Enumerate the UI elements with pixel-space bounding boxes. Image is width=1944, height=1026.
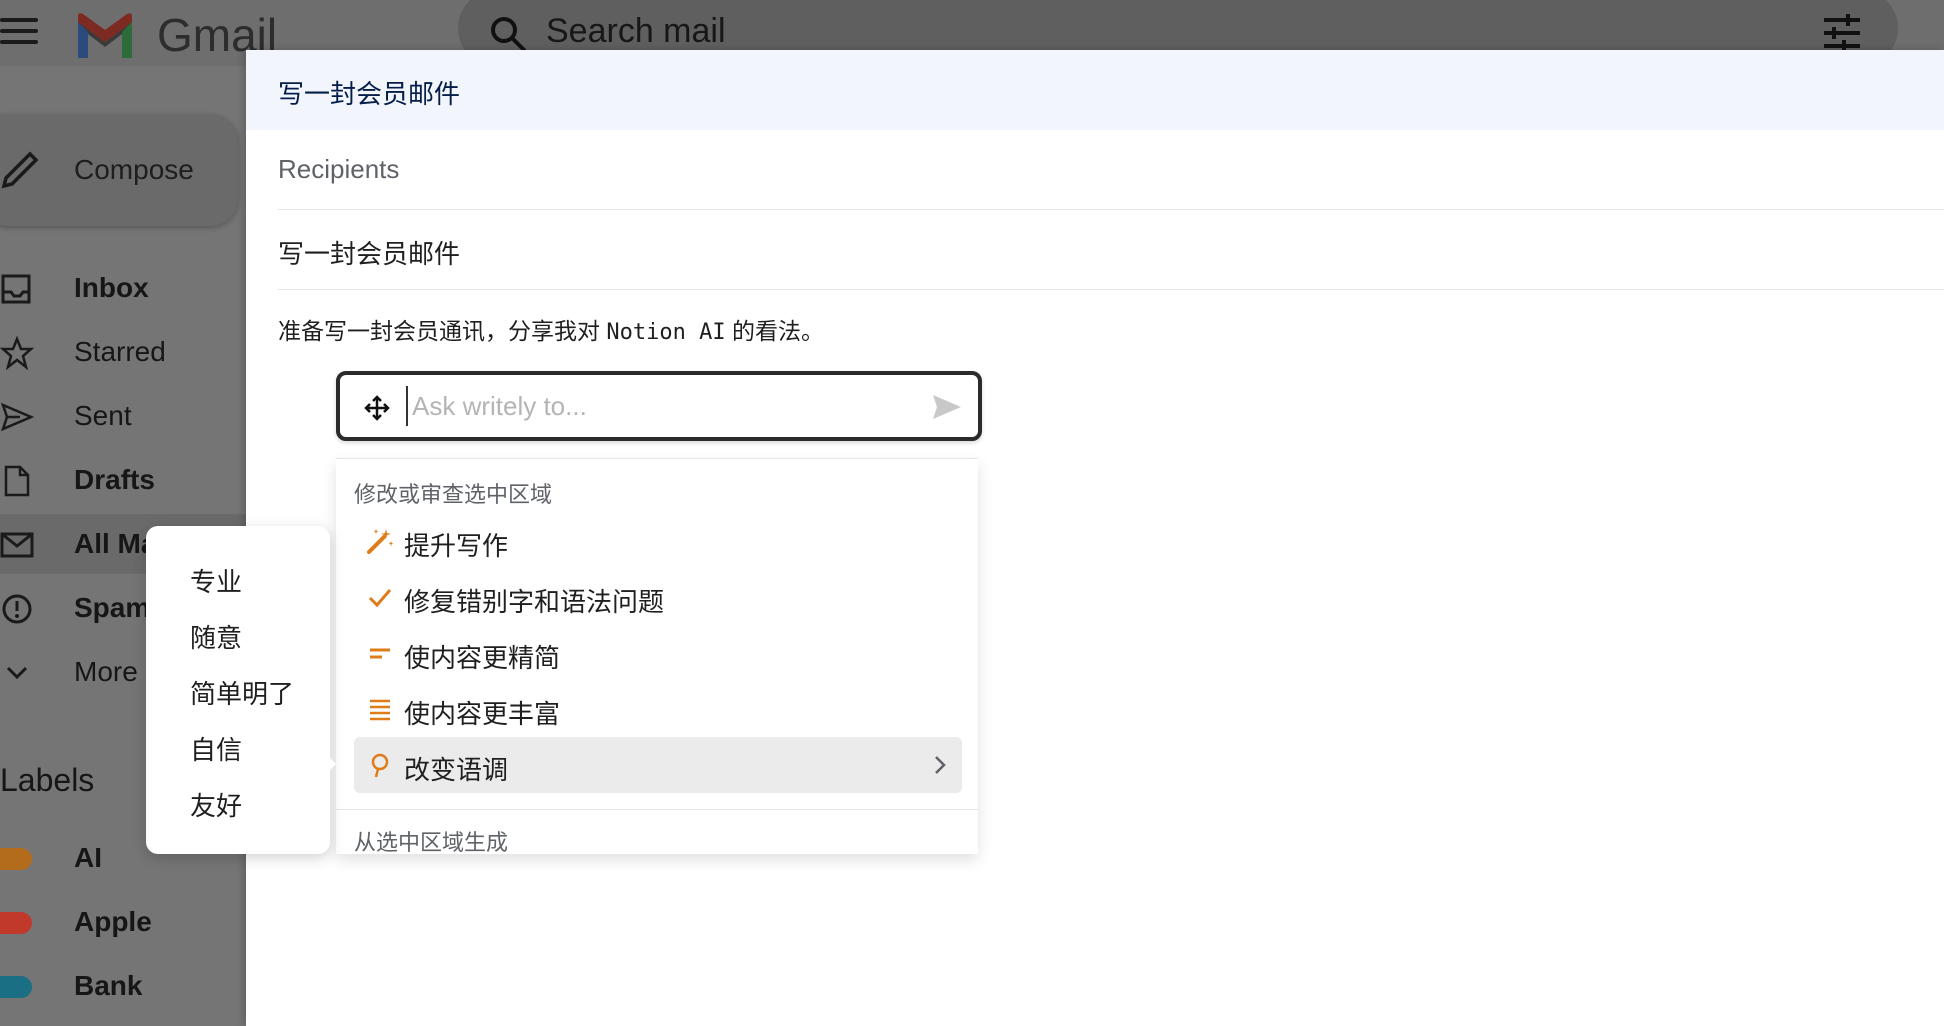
tone-option-professional[interactable]: 专业 [190, 562, 242, 599]
pencil-icon[interactable] [0, 148, 40, 190]
tone-option-confident[interactable]: 自信 [190, 730, 242, 767]
label-item-bank[interactable]: Bank [0, 960, 246, 1010]
label-tag-icon [0, 976, 32, 998]
submenu-pointer [324, 752, 336, 776]
compose-title: 写一封会员邮件 [278, 79, 461, 109]
menu-divider [336, 809, 978, 810]
sidebar-item-sent[interactable]: Sent [0, 386, 246, 446]
main-menu-icon[interactable] [0, 18, 38, 48]
body-code: Notion AI [606, 320, 726, 345]
send-icon [0, 402, 34, 432]
menu-item-label: 提升写作 [404, 531, 509, 561]
menu-item-label: 改变语调 [404, 755, 509, 785]
sidebar-item-inbox[interactable]: Inbox [0, 258, 246, 318]
tone-option-straightforward[interactable]: 简单明了 [190, 674, 294, 711]
spam-icon [2, 594, 32, 624]
magic-wand-icon [367, 529, 394, 554]
sidebar-item-label: Drafts [74, 464, 155, 495]
menu-item-make-longer[interactable]: 使内容更丰富 [354, 681, 962, 737]
recipients-field[interactable]: Recipients [278, 130, 1944, 210]
menu-section-generate: 从选中区域生成 [354, 830, 509, 854]
body-text-prefix: 准备写一封会员通讯，分享我对 [278, 318, 607, 344]
sidebar-item-label: All Ma [74, 528, 157, 559]
sidebar-item-label: Inbox [74, 272, 149, 303]
sidebar-item-drafts[interactable]: Drafts [0, 450, 246, 510]
search-input[interactable]: Search mail [546, 12, 726, 51]
menu-item-label: 使内容更精简 [404, 643, 561, 673]
body-text-suffix: 的看法。 [725, 318, 824, 344]
compose-header: 写一封会员邮件 [246, 50, 1944, 130]
tone-option-friendly[interactable]: 友好 [190, 786, 242, 823]
move-icon[interactable] [364, 395, 390, 421]
tone-icon [371, 753, 389, 778]
long-lines-icon [370, 699, 390, 721]
sidebar-item-label: More [74, 656, 138, 687]
labels-heading: Labels [0, 762, 95, 798]
sidebar-item-starred[interactable]: Starred [0, 322, 246, 382]
sidebar-item-label: Spam [74, 592, 151, 623]
check-icon [368, 589, 392, 608]
chevron-right-icon [935, 756, 946, 774]
menu-item-label: 使内容更丰富 [404, 699, 561, 729]
chevron-down-icon [6, 666, 28, 680]
label-name: AI [74, 842, 102, 873]
sidebar-item-label: Sent [74, 400, 132, 431]
compose-label[interactable]: Compose [74, 154, 194, 186]
mail-icon [0, 532, 34, 558]
menu-item-improve-writing[interactable]: 提升写作 [354, 513, 962, 569]
recipients-placeholder[interactable]: Recipients [278, 154, 399, 185]
label-name: Bank [74, 970, 143, 1001]
ai-prompt-input[interactable] [406, 386, 906, 426]
sidebar-item-label: Starred [74, 336, 166, 367]
label-item-apple[interactable]: Apple [0, 896, 246, 946]
ai-actions-menu: 修改或审查选中区域 提升写作 修复错别字和语法问题 使内容更精简 使内容更丰富 [336, 458, 978, 854]
menu-item-label: 修复错别字和语法问题 [404, 587, 665, 617]
gmail-logo-icon[interactable] [74, 12, 136, 58]
label-tag-icon [0, 912, 32, 934]
menu-item-change-tone[interactable]: 改变语调 [354, 737, 962, 793]
draft-icon [4, 465, 30, 497]
send-icon[interactable] [932, 393, 962, 421]
inbox-icon [1, 274, 31, 304]
ai-prompt-box [336, 371, 982, 441]
message-body[interactable]: 准备写一封会员通讯，分享我对 Notion AI 的看法。 [278, 312, 824, 346]
menu-item-fix-grammar[interactable]: 修复错别字和语法问题 [354, 569, 962, 625]
search-options-icon[interactable] [1822, 14, 1862, 52]
subject-field[interactable]: 写一封会员邮件 [278, 210, 1944, 290]
subject-value[interactable]: 写一封会员邮件 [278, 234, 460, 271]
short-lines-icon [370, 648, 390, 659]
menu-section-edit: 修改或审查选中区域 [354, 482, 553, 507]
search-icon[interactable] [488, 14, 528, 54]
menu-item-make-shorter[interactable]: 使内容更精简 [354, 625, 962, 681]
tone-submenu: 专业 随意 简单明了 自信 友好 [146, 526, 330, 854]
label-tag-icon [0, 848, 32, 870]
tone-option-casual[interactable]: 随意 [190, 618, 242, 655]
star-icon [0, 336, 34, 370]
label-name: Apple [74, 906, 152, 937]
